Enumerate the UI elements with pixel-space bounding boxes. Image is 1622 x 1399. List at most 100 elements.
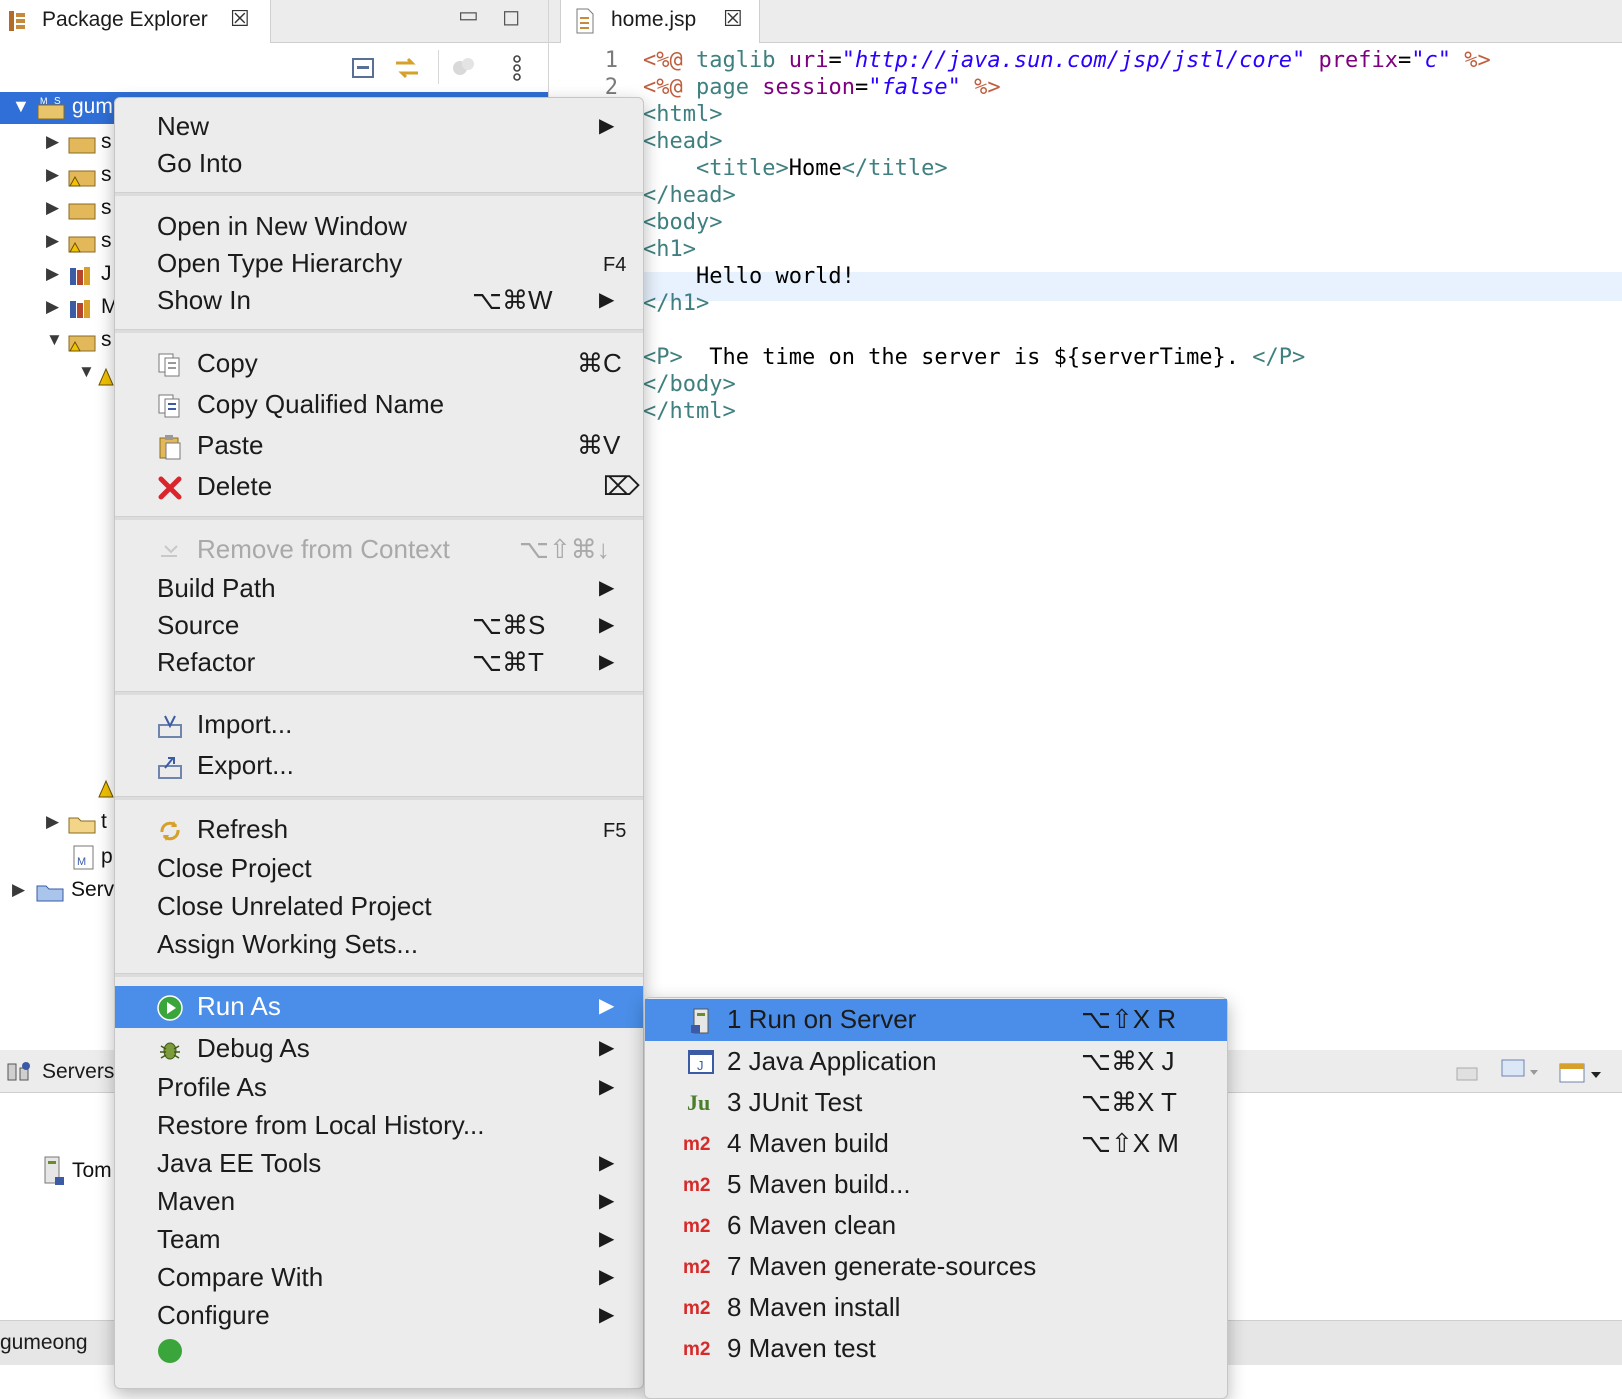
expand-triangle-icon[interactable]: ▶ — [12, 880, 25, 900]
tree-item-label: s — [101, 328, 112, 351]
menu-item-refresh[interactable]: Refresh F5 — [115, 809, 643, 849]
code-token: "http://java.sun.com/jsp/jstl/core" — [841, 48, 1306, 73]
code-line-13: </body> — [643, 372, 736, 397]
expand-triangle-icon[interactable]: ▶ — [46, 198, 59, 218]
menu-item-go-into[interactable]: Go Into — [115, 143, 643, 183]
submenu-item-maven-build-dialog[interactable]: m2 5 Maven build... — [645, 1164, 1227, 1205]
new-server-icon[interactable] — [1500, 1058, 1540, 1084]
link-with-editor-icon[interactable] — [393, 54, 421, 82]
menu-item-restore-local-history[interactable]: Restore from Local History... — [115, 1105, 643, 1145]
tree-item[interactable]: ▶ s — [46, 227, 116, 257]
menu-item-maven[interactable]: Maven ▶ — [115, 1181, 643, 1221]
code-token: "false" — [868, 75, 961, 100]
menu-item-new[interactable]: New ▶ — [115, 106, 643, 146]
expand-triangle-icon[interactable]: ▼ — [12, 96, 30, 117]
menu-item-label: Export... — [197, 750, 294, 780]
menu-item-assign-working-sets[interactable]: Assign Working Sets... — [115, 924, 643, 964]
view-menu-icon[interactable] — [1558, 1058, 1602, 1086]
menu-item-paste[interactable]: Paste ⌘V — [115, 425, 643, 465]
tree-item[interactable]: ▶ M — [46, 293, 119, 323]
expand-triangle-icon[interactable]: ▶ — [46, 165, 59, 185]
menu-item-profile-as[interactable]: Profile As ▶ — [115, 1067, 643, 1107]
tree-item[interactable]: ▶ s — [46, 161, 116, 191]
submenu-item-maven-generate-sources[interactable]: m2 7 Maven generate-sources — [645, 1246, 1227, 1287]
submenu-item-label: 5 Maven build... — [727, 1169, 911, 1199]
menu-item-open-type-hierarchy[interactable]: Open Type Hierarchy F4 — [115, 243, 643, 283]
menu-item-refactor[interactable]: Refactor ⌥⌘T ▶ — [115, 642, 643, 682]
menu-item-source[interactable]: Source ⌥⌘S ▶ — [115, 605, 643, 645]
submenu-item-maven-clean[interactable]: m2 6 Maven clean — [645, 1205, 1227, 1246]
menu-item-close-unrelated-project[interactable]: Close Unrelated Project — [115, 886, 643, 926]
collapse-triangle-icon[interactable]: ▼ — [46, 330, 63, 350]
menu-item-label: Assign Working Sets... — [157, 929, 419, 959]
menu-item-import[interactable]: Import... — [115, 704, 643, 744]
tab-package-explorer[interactable]: Package Explorer ☒ — [0, 0, 271, 43]
menu-item-close-project[interactable]: Close Project — [115, 848, 643, 888]
tree-item[interactable]: ▶ s — [46, 128, 116, 158]
menu-item-compare-with[interactable]: Compare With ▶ — [115, 1257, 643, 1297]
expand-triangle-icon[interactable]: ▶ — [46, 264, 59, 284]
submenu-arrow-icon: ▶ — [599, 1266, 615, 1288]
tab-package-explorer-label: Package Explorer — [42, 8, 208, 31]
close-icon[interactable]: ☒ — [230, 6, 250, 32]
tree-item-label: s — [101, 196, 112, 219]
maximize-icon[interactable]: ◻ — [502, 4, 520, 30]
submenu-item-label: 9 Maven test — [727, 1333, 876, 1363]
tree-item[interactable]: ▶ s — [46, 194, 116, 224]
menu-item-open-new-window[interactable]: Open in New Window — [115, 206, 643, 246]
tree-item-servers[interactable]: ▶ Serv — [12, 876, 116, 906]
maven-m2-icon: m2 — [683, 1257, 711, 1278]
focus-task-icon[interactable] — [450, 54, 478, 82]
submenu-item-run-on-server[interactable]: 1 Run on Server ⌥⇧X R — [645, 999, 1227, 1041]
code-line-12: <P> The time on the server is ${serverTi… — [643, 345, 1305, 370]
expand-triangle-icon[interactable]: ▶ — [46, 132, 59, 152]
submenu-item-maven-test[interactable]: m2 9 Maven test — [645, 1328, 1227, 1369]
tree-item[interactable]: ▶ J — [46, 260, 116, 290]
menu-item-label: Refactor — [157, 647, 256, 677]
submenu-item-junit-test[interactable]: Ju 3 JUnit Test ⌥⌘X T — [645, 1082, 1227, 1123]
menu-item-copy[interactable]: Copy ⌘C — [115, 343, 643, 383]
folder-icon — [36, 885, 64, 902]
tree-item-label: p — [101, 845, 113, 868]
expand-triangle-icon[interactable]: ▶ — [46, 231, 59, 251]
submenu-item-maven-build[interactable]: m2 4 Maven build ⌥⇧X M — [645, 1123, 1227, 1164]
source-folder-warning-icon — [68, 170, 96, 187]
tree-item-label: s — [101, 229, 112, 252]
tree-item[interactable]: ▼ s — [46, 326, 116, 356]
copy-icon — [158, 353, 180, 377]
menu-item-delete[interactable]: Delete ⌦ — [115, 466, 643, 506]
code-line-9: Hello world! — [643, 264, 855, 289]
menu-item-configure[interactable]: Configure ▶ — [115, 1295, 643, 1335]
close-icon[interactable]: ☒ — [723, 6, 743, 32]
tree-item[interactable]: ▶ t — [46, 808, 116, 838]
submenu-item-maven-install[interactable]: m2 8 Maven install — [645, 1287, 1227, 1328]
view-menu-icon[interactable] — [503, 54, 531, 82]
submenu-arrow-icon: ▶ — [599, 995, 615, 1017]
code-token: = — [854, 75, 869, 100]
menu-item-team[interactable]: Team ▶ — [115, 1219, 643, 1259]
menu-item-label: Open in New Window — [157, 211, 407, 241]
server-item[interactable]: Tom — [42, 1155, 122, 1189]
submenu-item-java-application[interactable]: J 2 Java Application ⌥⌘X J — [645, 1041, 1227, 1082]
tab-servers-label[interactable]: Servers — [42, 1060, 114, 1084]
project-name: gum — [72, 95, 113, 118]
menu-item-show-in[interactable]: Show In ⌥⌘W ▶ — [115, 280, 643, 320]
expand-triangle-icon[interactable]: ▶ — [46, 297, 59, 317]
submenu-item-label: 3 JUnit Test — [727, 1087, 863, 1117]
tab-home-jsp[interactable]: home.jsp ☒ — [560, 0, 760, 43]
menu-item-label: Close Unrelated Project — [157, 891, 432, 921]
server-item-label: Tom — [72, 1159, 112, 1182]
menu-item-debug-as[interactable]: Debug As ▶ — [115, 1028, 643, 1068]
menu-item-copy-qualified-name[interactable]: Copy Qualified Name — [115, 384, 643, 424]
menu-item-export[interactable]: Export... — [115, 745, 643, 785]
publish-icon[interactable] — [1455, 1060, 1485, 1084]
minimize-icon[interactable]: ▭ — [458, 2, 479, 28]
menu-item-java-ee-tools[interactable]: Java EE Tools ▶ — [115, 1143, 643, 1183]
collapse-triangle-icon[interactable]: ▼ — [78, 362, 95, 382]
collapse-all-icon[interactable] — [350, 54, 378, 82]
delete-icon — [158, 476, 182, 500]
tree-item[interactable]: M p — [72, 843, 116, 873]
expand-triangle-icon[interactable]: ▶ — [46, 812, 59, 832]
menu-item-build-path[interactable]: Build Path ▶ — [115, 568, 643, 608]
menu-item-run-as[interactable]: Run As ▶ — [115, 986, 643, 1028]
